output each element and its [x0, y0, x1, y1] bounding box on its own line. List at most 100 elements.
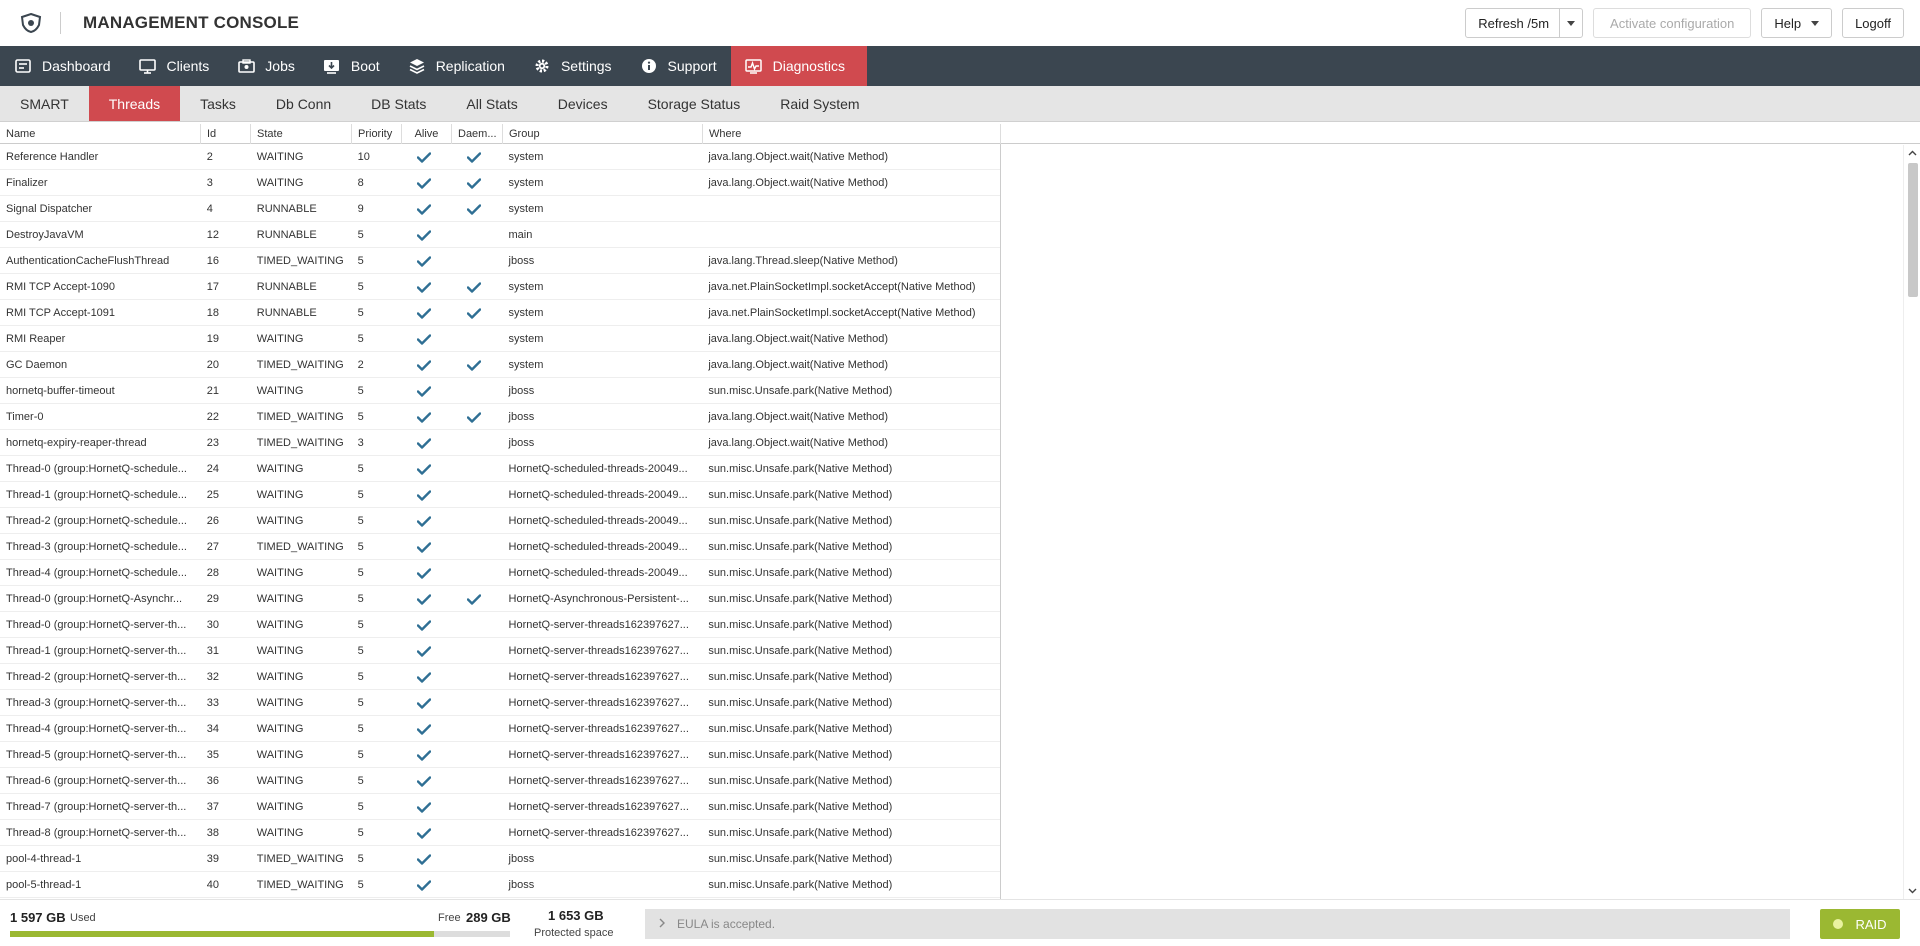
nav-item-support[interactable]: Support: [626, 46, 731, 86]
table-row[interactable]: Thread-7 (group:HornetQ-server-th... 37 WA…: [0, 794, 1000, 820]
table-row[interactable]: Thread-3 (group:HornetQ-schedule... 27 TIM…: [0, 534, 1000, 560]
cell-where: sun.misc.Unsafe.park(Native Method): [708, 775, 893, 787]
table-row[interactable]: Thread-0 (group:HornetQ-Asynchr... 29 WAIT…: [0, 586, 1000, 612]
scroll-down-button[interactable]: [1904, 883, 1920, 899]
checkmark-icon: [452, 300, 503, 326]
table-row[interactable]: Thread-4 (group:HornetQ-server-th... 34 WA…: [0, 716, 1000, 742]
column-header-alive[interactable]: Alive: [402, 124, 452, 144]
table-row[interactable]: RMI TCP Accept-1091 18 RUNNABLE 5 system java…: [0, 300, 1000, 326]
cell-state: TIMED_WAITING: [256, 411, 344, 423]
table-row[interactable]: Timer-0 22 TIMED_WAITING 5 jboss java.lang.Ob…: [0, 404, 1000, 430]
table-row[interactable]: Reference Handler 2 WAITING 10 system java.la…: [0, 144, 1000, 170]
cell-daemon: [452, 586, 503, 612]
column-header-group[interactable]: Group: [503, 124, 703, 144]
table-row[interactable]: Signal Dispatcher 4 RUNNABLE 9 system: [0, 196, 1000, 222]
refresh-button[interactable]: Refresh /5m: [1466, 9, 1561, 37]
table-row[interactable]: Thread-8 (group:HornetQ-server-th... 38 WA…: [0, 820, 1000, 846]
cell-where: sun.misc.Unsafe.park(Native Method): [708, 749, 893, 761]
table-row[interactable]: Thread-0 (group:HornetQ-server-th... 30 WA…: [0, 612, 1000, 638]
column-header-daemon[interactable]: Daem...: [452, 124, 503, 144]
table-row[interactable]: RMI TCP Accept-1090 17 RUNNABLE 5 system java…: [0, 274, 1000, 300]
table-row[interactable]: hornetq-buffer-timeout 21 WAITING 5 jboss sun…: [0, 378, 1000, 404]
diagnostics-subnav: SMART Threads Tasks Db Conn DB Stats All…: [0, 86, 1920, 122]
cell-alive: [402, 508, 452, 534]
table-row[interactable]: Thread-0 (group:HornetQ-schedule... 24 WAI…: [0, 456, 1000, 482]
tab-raid-system[interactable]: Raid System: [760, 86, 879, 121]
activate-configuration-button[interactable]: Activate configuration: [1593, 8, 1752, 38]
cell-id: 32: [206, 671, 220, 683]
tab-tasks[interactable]: Tasks: [180, 86, 256, 121]
status-dot-icon: [1833, 919, 1844, 929]
table-row[interactable]: Thread-2 (group:HornetQ-schedule... 26 WAI…: [0, 508, 1000, 534]
tab-smart[interactable]: SMART: [0, 86, 89, 121]
table-row[interactable]: AuthenticationCacheFlushThread 16 TIMED_WA…: [0, 248, 1000, 274]
nav-item-boot[interactable]: Boot: [309, 46, 394, 86]
table-row[interactable]: Thread-1 (group:HornetQ-schedule... 25 WAI…: [0, 482, 1000, 508]
table-row[interactable]: DestroyJavaVM 12 RUNNABLE 5 main: [0, 222, 1000, 248]
nav-item-label: Diagnostics: [772, 58, 845, 74]
nav-item-dashboard[interactable]: Dashboard: [0, 46, 125, 86]
table-row[interactable]: Thread-4 (group:HornetQ-schedule... 28 WAI…: [0, 560, 1000, 586]
column-header-id[interactable]: Id: [201, 124, 251, 144]
logoff-button[interactable]: Logoff: [1842, 8, 1904, 38]
cell-id: 22: [206, 411, 220, 423]
cell-id: 40: [206, 879, 220, 891]
table-row[interactable]: Thread-1 (group:HornetQ-server-th... 31 WA…: [0, 638, 1000, 664]
eula-status-bar[interactable]: EULA is accepted.: [645, 909, 1790, 939]
jobs-icon: [237, 57, 255, 75]
cell-priority: 5: [357, 463, 364, 475]
nav-item-replication[interactable]: Replication: [394, 46, 519, 86]
column-header-where[interactable]: Where: [703, 124, 1001, 144]
table-row[interactable]: pool-5-thread-1 40 TIMED_WAITING 5 jboss sun.…: [0, 872, 1000, 898]
nav-item-diagnostics[interactable]: Diagnostics: [730, 46, 867, 86]
nav-item-clients[interactable]: Clients: [125, 46, 224, 86]
scroll-up-button[interactable]: [1904, 145, 1920, 161]
cell-daemon: [452, 196, 503, 222]
nav-item-label: Dashboard: [42, 58, 111, 74]
column-header-state[interactable]: State: [251, 124, 352, 144]
table-row[interactable]: Thread-2 (group:HornetQ-server-th... 32 WA…: [0, 664, 1000, 690]
table-row[interactable]: hornetq-expiry-reaper-thread 23 TIMED_WAIT…: [0, 430, 1000, 456]
nav-item-jobs[interactable]: Jobs: [223, 46, 309, 86]
column-header-name[interactable]: Name: [0, 124, 201, 144]
column-header-priority[interactable]: Priority: [352, 124, 402, 144]
cell-name: RMI Reaper: [6, 333, 66, 345]
status-footer: 1 597 GB Used Free 289 GB 1 653 GB Prote…: [0, 899, 1920, 946]
tab-devices[interactable]: Devices: [538, 86, 628, 121]
cell-alive: [402, 170, 452, 196]
raid-status-button[interactable]: RAID: [1820, 909, 1900, 939]
table-row[interactable]: pool-4-thread-1 39 TIMED_WAITING 5 jboss sun.…: [0, 846, 1000, 872]
cell-state: TIMED_WAITING: [256, 541, 344, 553]
help-button[interactable]: Help: [1761, 8, 1833, 38]
cell-alive: [402, 664, 452, 690]
tab-db-conn[interactable]: Db Conn: [256, 86, 351, 121]
tab-all-stats[interactable]: All Stats: [446, 86, 537, 121]
monitor-icon: [139, 57, 157, 75]
table-row[interactable]: Thread-5 (group:HornetQ-server-th... 35 WA…: [0, 742, 1000, 768]
tab-storage-status[interactable]: Storage Status: [628, 86, 761, 121]
refresh-dropdown-button[interactable]: [1560, 9, 1582, 37]
table-row[interactable]: Finalizer 3 WAITING 8 system java.lang.Object…: [0, 170, 1000, 196]
table-row[interactable]: RMI Reaper 19 WAITING 5 system java.lang.Obje…: [0, 326, 1000, 352]
app-logo-icon: [16, 8, 46, 38]
scroll-thumb[interactable]: [1908, 163, 1918, 297]
chevron-right-icon: [659, 917, 665, 931]
table-row[interactable]: Thread-3 (group:HornetQ-server-th... 33 WA…: [0, 690, 1000, 716]
protected-space-value: 1 653 GB: [548, 908, 604, 923]
tab-threads[interactable]: Threads: [88, 86, 181, 121]
table-row[interactable]: Thread-6 (group:HornetQ-server-th... 36 WA…: [0, 768, 1000, 794]
cell-state: WAITING: [256, 177, 304, 189]
cell-where: sun.misc.Unsafe.park(Native Method): [708, 489, 893, 501]
cell-name: Thread-0 (group:HornetQ-server-th...: [6, 619, 187, 631]
help-button-label: Help: [1774, 15, 1802, 31]
cell-where: sun.misc.Unsafe.park(Native Method): [708, 385, 893, 397]
checkmark-icon: [402, 560, 452, 586]
nav-item-settings[interactable]: Settings: [519, 46, 626, 86]
table-row[interactable]: GC Daemon 20 TIMED_WAITING 2 system java.lang…: [0, 352, 1000, 378]
vertical-scrollbar[interactable]: [1903, 145, 1920, 899]
cell-state: WAITING: [256, 645, 304, 657]
cell-where: java.lang.Object.wait(Native Method): [708, 359, 889, 371]
cell-group: system: [508, 307, 544, 319]
tab-db-stats[interactable]: DB Stats: [351, 86, 446, 121]
cell-name: Thread-7 (group:HornetQ-server-th...: [6, 801, 187, 813]
